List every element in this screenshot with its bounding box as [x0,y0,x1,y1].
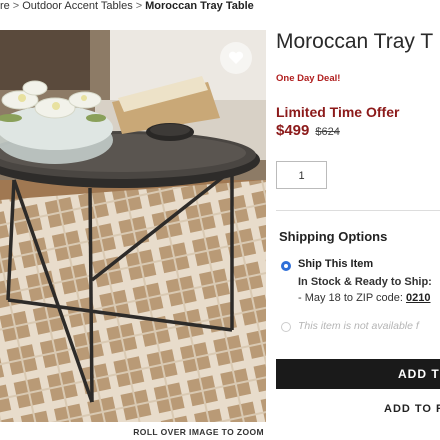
breadcrumb: re > Outdoor Accent Tables > Moroccan Tray T… [0,0,440,14]
deal-badge: One Day Deal! [276,73,341,84]
favorite-button[interactable] [220,42,252,74]
product-photo-illustration [0,30,266,422]
heart-icon [228,51,244,64]
breadcrumb-separator: > [135,0,143,12]
limited-offer-label: Limited Time Offer [276,104,400,120]
add-to-registry-button[interactable]: ADD TO R [384,403,440,415]
add-to-cart-button[interactable]: ADD TO [276,359,440,389]
price: $499 $624 [276,122,340,140]
pickup-radio[interactable] [281,322,291,332]
ship-this-item-label[interactable]: Ship This Item [298,258,373,270]
unavailable-note: This item is not available f [298,320,419,332]
stock-status: In Stock & Ready to Ship: [298,276,432,288]
breadcrumb-link-outdoor-accent-tables[interactable]: Outdoor Accent Tables [22,0,132,12]
quantity-input[interactable]: 1 [276,161,327,189]
delivery-estimate: - May 18 to ZIP code: 0210 [298,292,431,304]
divider [276,210,440,211]
product-title: Moroccan Tray T [276,30,434,53]
breadcrumb-separator: > [12,0,20,12]
zip-code-link[interactable]: 0210 [406,292,430,304]
original-price: $624 [315,126,340,138]
ship-this-item-radio[interactable] [281,261,291,271]
sale-price: $499 [276,122,310,139]
breadcrumb-current: Moroccan Tray Table [145,0,254,12]
shipping-options-heading: Shipping Options [279,229,388,244]
product-image[interactable] [0,30,266,422]
zoom-hint: ROLL OVER IMAGE TO ZOOM [133,427,264,437]
breadcrumb-link-prev[interactable]: re [0,0,10,12]
delivery-date: - May 18 to ZIP code: [298,292,407,304]
